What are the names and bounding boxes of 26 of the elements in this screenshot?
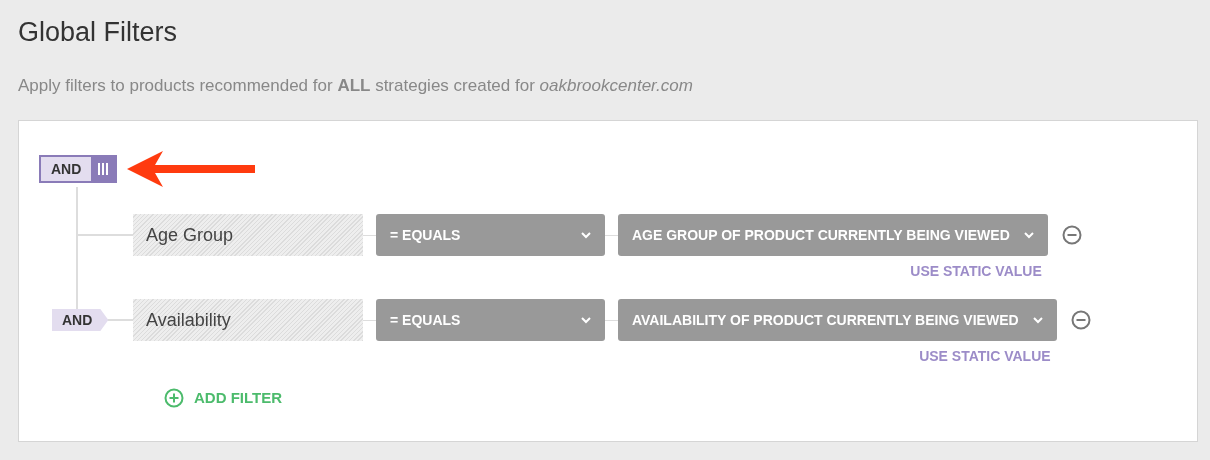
and-toggle[interactable]: AND (39, 155, 118, 183)
remove-icon[interactable] (1070, 310, 1091, 330)
use-static-value-link[interactable]: USE STATIC VALUE (919, 347, 1051, 365)
add-filter-button[interactable]: ADD FILTER (164, 387, 283, 410)
add-icon (164, 388, 184, 409)
operator-dropdown[interactable]: = EQUALS (376, 214, 605, 256)
page-subtitle: Apply filters to products recommended for ALL strategies created for oakbrookcenter.com (18, 74, 693, 97)
connector-line (363, 235, 376, 236)
chevron-down-icon (1032, 316, 1043, 324)
connector-line (605, 320, 618, 321)
chevron-down-icon (1023, 231, 1034, 239)
connector-line (363, 320, 376, 321)
chevron-down-icon (581, 231, 591, 239)
arrow-icon (127, 151, 256, 187)
value-dropdown[interactable]: AGE GROUP OF PRODUCT CURRENTLY BEING VIEWED (618, 214, 1048, 256)
chevron-down-icon (581, 316, 591, 324)
operator-dropdown[interactable]: = EQUALS (376, 299, 605, 341)
connector-line (605, 235, 618, 236)
and-tag[interactable]: AND (52, 309, 109, 331)
remove-icon[interactable] (1061, 225, 1082, 245)
use-static-value-link[interactable]: USE STATIC VALUE (910, 262, 1042, 280)
page-title: Global Filters (18, 16, 178, 49)
value-dropdown[interactable]: AVAILABILITY OF PRODUCT CURRENTLY BEING VIEWED (618, 299, 1057, 341)
field-name: Age Group (133, 214, 363, 256)
drag-handle-icon[interactable] (98, 163, 109, 175)
field-name: Availability (133, 299, 363, 341)
